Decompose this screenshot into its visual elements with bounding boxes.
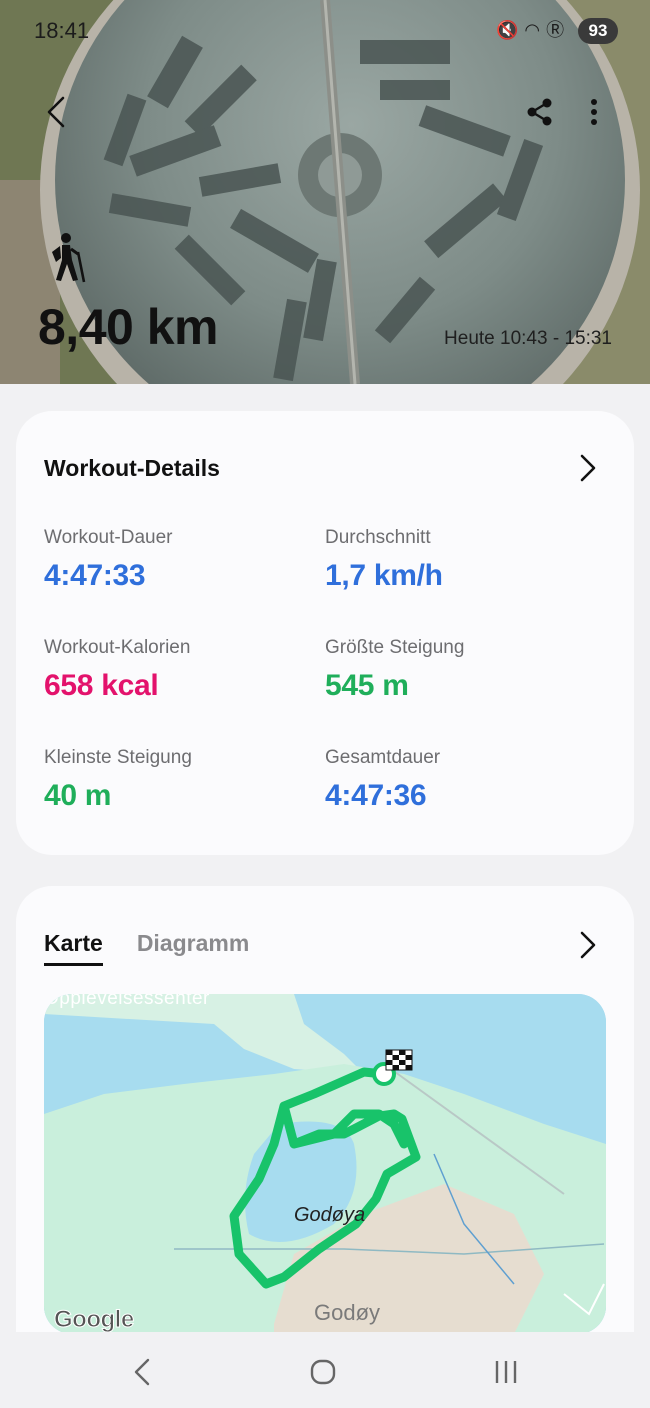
battery-badge: 93 xyxy=(578,18,618,44)
stat-label: Workout-Kalorien xyxy=(44,637,191,658)
tab-karte[interactable]: Karte xyxy=(44,930,103,966)
workout-time-range: Heute 10:43 - 15:31 xyxy=(444,328,612,349)
stat-label: Workout-Dauer xyxy=(44,527,173,548)
status-icons: 🔇◠Ⓡ xyxy=(496,16,570,42)
stat-average-speed: Durchschnitt 1,7 km/h xyxy=(325,527,585,593)
back-button[interactable] xyxy=(36,92,76,132)
map-card: Karte Diagramm Opplevelsessenter Godøya … xyxy=(16,886,634,1356)
share-button[interactable] xyxy=(520,92,560,132)
stat-calories: Workout-Kalorien 658 kcal xyxy=(44,637,304,703)
r-icon: Ⓡ xyxy=(546,20,571,40)
workout-details-card: Workout-Details Workout-Dauer 4:47:33 Du… xyxy=(16,411,634,855)
map-label-top: Opplevelsessenter xyxy=(44,994,210,1009)
nav-back-button[interactable] xyxy=(120,1352,164,1392)
status-time: 18:41 xyxy=(34,18,90,43)
mute-icon: 🔇 xyxy=(496,20,525,40)
workout-details-more-button[interactable] xyxy=(573,453,603,483)
chevron-right-icon xyxy=(580,454,596,482)
stat-workout-duration: Workout-Dauer 4:47:33 xyxy=(44,527,304,593)
more-options-button[interactable] xyxy=(574,92,614,132)
stat-min-elevation: Kleinste Steigung 40 m xyxy=(44,747,304,813)
share-icon xyxy=(527,98,552,126)
home-icon xyxy=(310,1359,336,1385)
workout-details-title: Workout-Details xyxy=(44,455,220,481)
status-bar: 18:41 🔇◠Ⓡ 93 xyxy=(0,0,650,60)
stat-total-duration: Gesamtdauer 4:47:36 xyxy=(325,747,585,813)
stat-value: 4:47:33 xyxy=(44,559,146,592)
map-tabs: Karte Diagramm xyxy=(44,930,249,966)
hero-image: 18:41 🔇◠Ⓡ 93 8,40 km Heute 10:43 - 15:31 xyxy=(0,0,650,384)
map-label-island: Godøya xyxy=(294,1204,366,1226)
stat-value: 545 m xyxy=(325,669,409,702)
wifi-icon: ◠ xyxy=(524,20,547,40)
more-vertical-icon xyxy=(591,99,597,125)
nav-home-button[interactable] xyxy=(301,1352,345,1392)
distance-value: 8,40 km xyxy=(38,299,218,355)
map-canvas xyxy=(44,994,606,1334)
chevron-left-icon xyxy=(134,1358,150,1386)
stat-label: Größte Steigung xyxy=(325,637,465,658)
finish-flag-icon xyxy=(385,1049,413,1071)
map-more-button[interactable] xyxy=(573,930,603,960)
chevron-left-icon xyxy=(47,96,65,128)
tab-diagramm[interactable]: Diagramm xyxy=(137,930,249,966)
map-label-village: Godøy xyxy=(314,1300,381,1325)
recents-icon xyxy=(495,1361,517,1383)
chevron-right-icon xyxy=(580,931,596,959)
stat-value: 40 m xyxy=(44,779,112,812)
nav-recents-button[interactable] xyxy=(484,1352,528,1392)
stat-label: Gesamtdauer xyxy=(325,747,441,768)
system-nav-bar xyxy=(0,1332,650,1408)
stat-value: 658 kcal xyxy=(44,669,159,702)
route-map[interactable]: Opplevelsessenter Godøya Godøy Google xyxy=(44,994,606,1334)
stat-label: Kleinste Steigung xyxy=(44,747,192,768)
stat-max-elevation: Größte Steigung 545 m xyxy=(325,637,585,703)
stat-value: 1,7 km/h xyxy=(325,559,443,592)
stat-value: 4:47:36 xyxy=(325,779,427,812)
hiking-icon xyxy=(52,233,86,283)
stat-label: Durchschnitt xyxy=(325,527,431,548)
google-logo: Google xyxy=(54,1306,135,1334)
